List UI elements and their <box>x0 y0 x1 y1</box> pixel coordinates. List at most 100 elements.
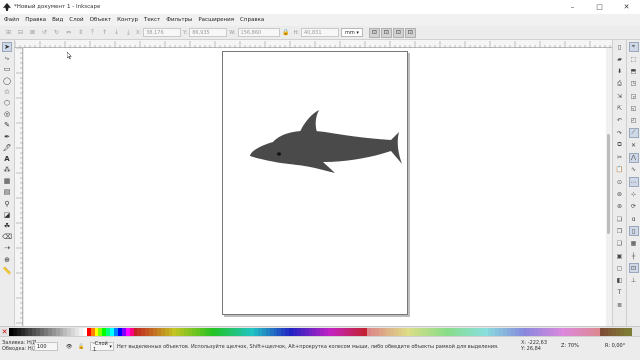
snap-cusp-icon[interactable]: ⋀ <box>628 152 639 163</box>
spiral-tool-icon[interactable]: ◎ <box>2 109 12 119</box>
scrollbar-thumb[interactable] <box>607 134 610 234</box>
unlink-clone-icon[interactable]: ❑ <box>615 239 625 249</box>
layers-icon[interactable]: ≣ <box>615 300 625 310</box>
lower-icon[interactable]: ↓ <box>112 28 121 37</box>
snap-midpoint-icon[interactable]: ⋯ <box>628 177 639 188</box>
cut-icon[interactable]: ✂ <box>615 153 625 163</box>
rect-tool-icon[interactable]: ▭ <box>2 64 12 74</box>
node-tool-icon[interactable]: ⤷ <box>2 53 12 63</box>
snap-bbox-edge-icon[interactable]: ⬒ <box>629 67 639 77</box>
snap-grid-icon[interactable]: ▦ <box>629 239 639 249</box>
rotate-ccw-icon[interactable]: ↺ <box>40 28 49 37</box>
star-tool-icon[interactable]: ☆ <box>2 87 12 97</box>
zoom-value[interactable]: 70% <box>568 343 579 349</box>
group-icon[interactable]: ▣ <box>615 251 625 261</box>
lock-icon[interactable]: 🔒 <box>282 28 291 37</box>
ellipse-tool-icon[interactable]: ◯ <box>2 76 12 86</box>
copy-icon[interactable]: ⧉ <box>615 140 625 150</box>
menu-path[interactable]: Контур <box>117 17 138 23</box>
flip-horizontal-icon[interactable]: ⇔ <box>64 28 73 37</box>
3dbox-tool-icon[interactable]: ⬡ <box>2 98 12 108</box>
zoom-selection-icon[interactable]: ⊙ <box>615 177 625 187</box>
snap-toggle-icon[interactable]: ⌖ <box>628 42 639 52</box>
snap-center-icon[interactable]: ⊹ <box>629 190 639 200</box>
menu-layer[interactable]: Слой <box>69 17 83 23</box>
measure-tool-icon[interactable]: 📏 <box>2 266 12 276</box>
lower-to-bottom-icon[interactable]: ⤓ <box>124 28 133 37</box>
layer-select[interactable]: -Слой 1 ▾ <box>90 341 114 353</box>
no-paint-swatch[interactable]: ✕ <box>0 327 9 336</box>
pencil-tool-icon[interactable]: ✎ <box>2 120 12 130</box>
snap-extra-icon[interactable]: ⊡ <box>628 263 639 274</box>
select-all-icon[interactable]: ⊞ <box>4 28 13 37</box>
menu-object[interactable]: Объект <box>90 17 112 23</box>
raise-icon[interactable]: ↑ <box>100 28 109 37</box>
fill-stroke-indicator[interactable]: Заливка: Н/Д Обводка: Н/Д <box>2 340 37 352</box>
snap-intersection-icon[interactable]: ✕ <box>629 140 639 150</box>
move-patterns-icon[interactable]: ⊡ <box>404 27 416 38</box>
duplicate-icon[interactable]: ❏ <box>615 214 625 224</box>
raise-to-top-icon[interactable]: ⤒ <box>88 28 97 37</box>
fill-stroke-icon[interactable]: ◧ <box>615 276 625 286</box>
visibility-eye-icon[interactable]: 👁 <box>64 342 74 351</box>
close-button[interactable]: ✕ <box>613 0 640 14</box>
menu-text[interactable]: Текст <box>144 17 160 23</box>
connector-tool-icon[interactable]: ⇢ <box>2 243 12 253</box>
menu-view[interactable]: Вид <box>52 17 63 23</box>
scale-stroke-icon[interactable]: ⊡ <box>368 27 380 38</box>
palette-swatch[interactable] <box>627 327 632 336</box>
rotation-control[interactable]: R: 0,00° <box>605 343 625 349</box>
selector-tool-icon[interactable]: ➤ <box>2 42 12 52</box>
export-icon[interactable]: ⇱ <box>615 103 625 113</box>
zoom-tool-icon[interactable]: ⊕ <box>2 255 12 265</box>
menu-extensions[interactable]: Расширения <box>198 17 234 23</box>
snap-smooth-icon[interactable]: ∿ <box>629 165 639 175</box>
flip-vertical-icon[interactable]: ⇕ <box>76 28 85 37</box>
vertical-ruler[interactable] <box>15 47 23 326</box>
tweak-tool-icon[interactable]: ☘ <box>2 221 12 231</box>
paste-icon[interactable]: 📋 <box>615 165 625 175</box>
rotation-value[interactable]: 0,00° <box>612 343 626 349</box>
snap-bbox-corner-icon[interactable]: ◳ <box>629 79 639 89</box>
import-icon[interactable]: ⇲ <box>615 91 625 101</box>
opacity-field[interactable]: 100 <box>34 342 58 351</box>
deselect-icon[interactable]: ⊠ <box>28 28 37 37</box>
snap-bbox-midpoint-icon[interactable]: ◲ <box>629 91 639 101</box>
mesh-tool-icon[interactable]: ▦ <box>2 176 12 186</box>
zoom-drawing-icon[interactable]: ⊚ <box>615 190 625 200</box>
save-icon[interactable]: ⬇ <box>615 67 625 77</box>
redo-icon[interactable]: ↷ <box>615 128 625 138</box>
width-field[interactable]: 156,860 <box>237 28 280 37</box>
select-all-layers-icon[interactable]: ⊟ <box>16 28 25 37</box>
maximize-button[interactable]: □ <box>586 0 613 14</box>
clone-icon[interactable]: ❐ <box>615 226 625 236</box>
snap-text-baseline-icon[interactable]: ɑ <box>629 214 639 224</box>
calligraphy-tool-icon[interactable]: 🖋 <box>2 143 12 153</box>
new-document-icon[interactable]: ▯ <box>615 42 625 52</box>
layer-lock-icon[interactable]: 🔓 <box>76 342 86 351</box>
ungroup-icon[interactable]: ▢ <box>615 263 625 273</box>
horizontal-ruler[interactable] <box>14 40 612 48</box>
height-field[interactable]: 40,831 <box>301 28 339 37</box>
snap-page-border-icon[interactable]: ▯ <box>628 226 639 237</box>
menu-help[interactable]: Справка <box>240 17 264 23</box>
dropper-tool-icon[interactable]: ⚲ <box>2 199 12 209</box>
paintbucket-tool-icon[interactable]: ◪ <box>2 210 12 220</box>
snap-bbox-icon[interactable]: ⬚ <box>629 54 639 64</box>
rotate-cw-icon[interactable]: ↻ <box>52 28 61 37</box>
undo-icon[interactable]: ↶ <box>615 116 625 126</box>
y-field[interactable]: 86,935 <box>189 28 228 37</box>
dolphin-drawing[interactable] <box>223 52 409 316</box>
snap-perpendicular-icon[interactable]: ⊥ <box>629 276 639 286</box>
spray-tool-icon[interactable]: ⁂ <box>2 165 12 175</box>
unit-select[interactable]: mm ▾ <box>341 28 363 37</box>
menu-edit[interactable]: Правка <box>25 17 46 23</box>
print-icon[interactable]: ⎙ <box>615 79 625 89</box>
menu-file[interactable]: Файл <box>4 17 19 23</box>
eraser-tool-icon[interactable]: ⌫ <box>2 232 12 242</box>
gradient-tool-icon[interactable]: ▤ <box>2 187 12 197</box>
snap-nodes-icon[interactable]: ◰ <box>629 116 639 126</box>
minimize-button[interactable]: – <box>559 0 586 14</box>
menu-filters[interactable]: Фильтры <box>166 17 192 23</box>
snap-bbox-center-icon[interactable]: ◱ <box>629 103 639 113</box>
